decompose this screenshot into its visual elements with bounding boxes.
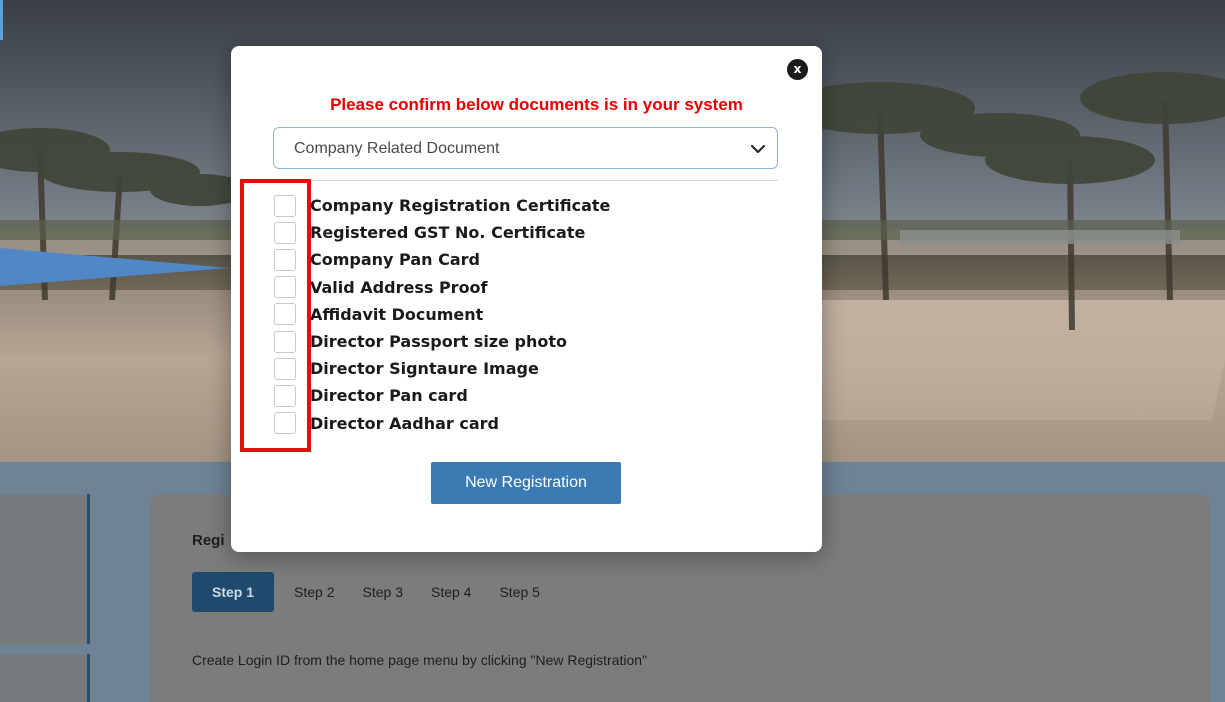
document-checkbox[interactable] bbox=[274, 194, 296, 217]
document-checkbox[interactable] bbox=[274, 303, 296, 326]
tab-step-3[interactable]: Step 3 bbox=[349, 572, 417, 612]
modal-divider bbox=[273, 180, 778, 181]
document-label: Director Pan card bbox=[310, 386, 468, 406]
step-tabs: Step 1 Step 2 Step 3 Step 4 Step 5 bbox=[192, 572, 554, 612]
document-checkbox[interactable] bbox=[274, 384, 296, 407]
document-label: Valid Address Proof bbox=[310, 277, 488, 297]
tab-step-5[interactable]: Step 5 bbox=[485, 572, 553, 612]
document-label: Director Aadhar card bbox=[310, 413, 499, 433]
document-checkbox[interactable] bbox=[274, 221, 296, 244]
tab-step-4[interactable]: Step 4 bbox=[417, 572, 485, 612]
left-column bbox=[0, 494, 92, 702]
document-category-select[interactable]: Company Related Document bbox=[273, 127, 778, 169]
top-accent-stripe bbox=[0, 0, 3, 40]
chevron-down-icon bbox=[751, 144, 765, 154]
document-label: Company Pan Card bbox=[310, 250, 480, 270]
left-panel-bottom bbox=[0, 654, 90, 702]
tab-step-1[interactable]: Step 1 bbox=[192, 572, 275, 612]
document-checklist: Company Registration Certificate Registe… bbox=[274, 192, 610, 437]
list-item: Director Pan card bbox=[274, 382, 610, 409]
document-label: Affidavit Document bbox=[310, 304, 484, 324]
new-registration-button[interactable]: New Registration bbox=[431, 462, 621, 504]
document-checkbox[interactable] bbox=[274, 330, 296, 353]
list-item: Registered GST No. Certificate bbox=[274, 219, 610, 246]
document-label: Company Registration Certificate bbox=[310, 196, 611, 216]
close-button[interactable]: x bbox=[787, 59, 808, 80]
document-checkbox[interactable] bbox=[274, 276, 296, 299]
tab-step-2[interactable]: Step 2 bbox=[280, 572, 348, 612]
registration-instruction: Create Login ID from the home page menu … bbox=[192, 652, 648, 668]
document-checkbox[interactable] bbox=[274, 412, 296, 435]
document-checkbox[interactable] bbox=[274, 248, 296, 271]
document-checkbox[interactable] bbox=[274, 357, 296, 380]
list-item: Director Signtaure Image bbox=[274, 355, 610, 382]
document-label: Director Signtaure Image bbox=[310, 359, 539, 379]
document-confirmation-modal: x Please confirm below documents is in y… bbox=[231, 46, 822, 552]
annotation-arrow bbox=[0, 248, 230, 286]
list-item: Director Passport size photo bbox=[274, 328, 610, 355]
hero-caption-mark: · · · · · bbox=[14, 448, 46, 457]
list-item: Affidavit Document bbox=[274, 301, 610, 328]
document-label: Registered GST No. Certificate bbox=[310, 223, 586, 243]
left-panel-top bbox=[0, 494, 90, 644]
document-category-value: Company Related Document bbox=[294, 140, 500, 157]
modal-title: Please confirm below documents is in you… bbox=[330, 95, 743, 114]
list-item: Company Pan Card bbox=[274, 246, 610, 273]
registration-heading: Regi bbox=[192, 532, 225, 549]
list-item: Director Aadhar card bbox=[274, 410, 610, 437]
list-item: Valid Address Proof bbox=[274, 274, 610, 301]
document-label: Director Passport size photo bbox=[310, 332, 568, 352]
list-item: Company Registration Certificate bbox=[274, 192, 610, 219]
